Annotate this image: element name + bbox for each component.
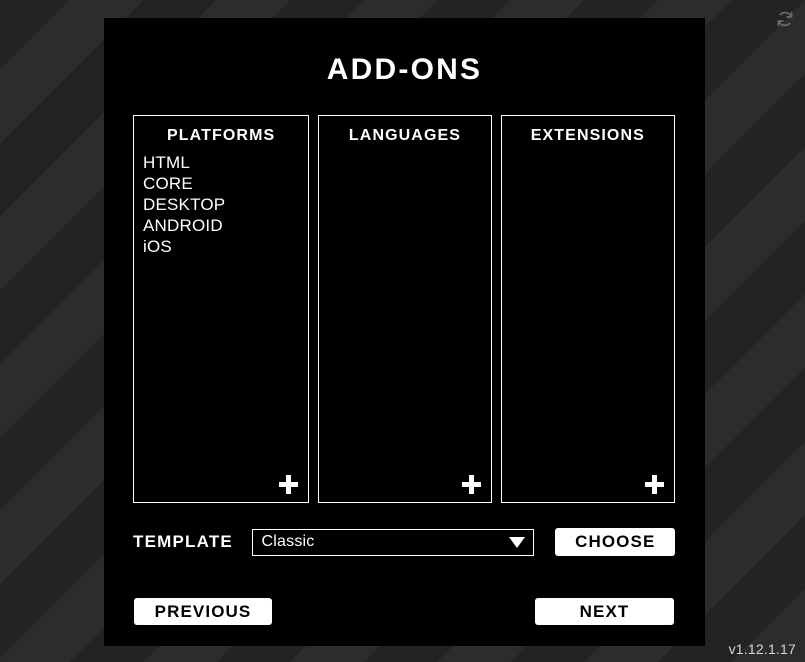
navigation-row: PREVIOUS NEXT (134, 598, 674, 625)
template-row: TEMPLATE Classic CHOOSE (133, 526, 676, 558)
list-item[interactable]: DESKTOP (143, 194, 308, 215)
list-languages[interactable] (319, 149, 490, 502)
addons-panel: ADD-ONS PLATFORMS HTML CORE DESKTOP ANDR… (104, 18, 705, 646)
chevron-down-icon (509, 536, 526, 548)
list-extensions[interactable] (502, 149, 674, 502)
add-extension-button[interactable] (645, 475, 664, 494)
template-selected-value: Classic (261, 533, 315, 550)
column-languages: LANGUAGES (318, 115, 492, 503)
column-header-extensions: EXTENSIONS (530, 127, 645, 144)
previous-button[interactable]: PREVIOUS (134, 598, 272, 625)
column-header-languages: LANGUAGES (348, 127, 462, 144)
column-platforms: PLATFORMS HTML CORE DESKTOP ANDROID iOS (133, 115, 310, 503)
add-language-button[interactable] (461, 475, 481, 494)
list-item[interactable]: CORE (143, 173, 308, 194)
add-platform-button[interactable] (279, 475, 299, 494)
template-label: TEMPLATE (133, 532, 233, 551)
choose-button[interactable]: CHOOSE (555, 528, 676, 556)
list-platforms[interactable]: HTML CORE DESKTOP ANDROID iOS (134, 149, 308, 502)
refresh-icon[interactable] (775, 9, 795, 29)
column-header-platforms: PLATFORMS (167, 127, 276, 144)
next-button[interactable]: NEXT (535, 598, 674, 625)
list-item[interactable]: ANDROID (143, 215, 308, 236)
column-extensions: EXTENSIONS (500, 115, 675, 503)
template-select[interactable]: Classic (251, 528, 535, 556)
page-title: ADD-ONS (326, 53, 483, 86)
version-label: v1.12.1.17 (728, 641, 796, 657)
addon-columns: PLATFORMS HTML CORE DESKTOP ANDROID iOS … (133, 115, 675, 503)
list-item[interactable]: iOS (143, 236, 308, 257)
list-item[interactable]: HTML (143, 152, 308, 173)
